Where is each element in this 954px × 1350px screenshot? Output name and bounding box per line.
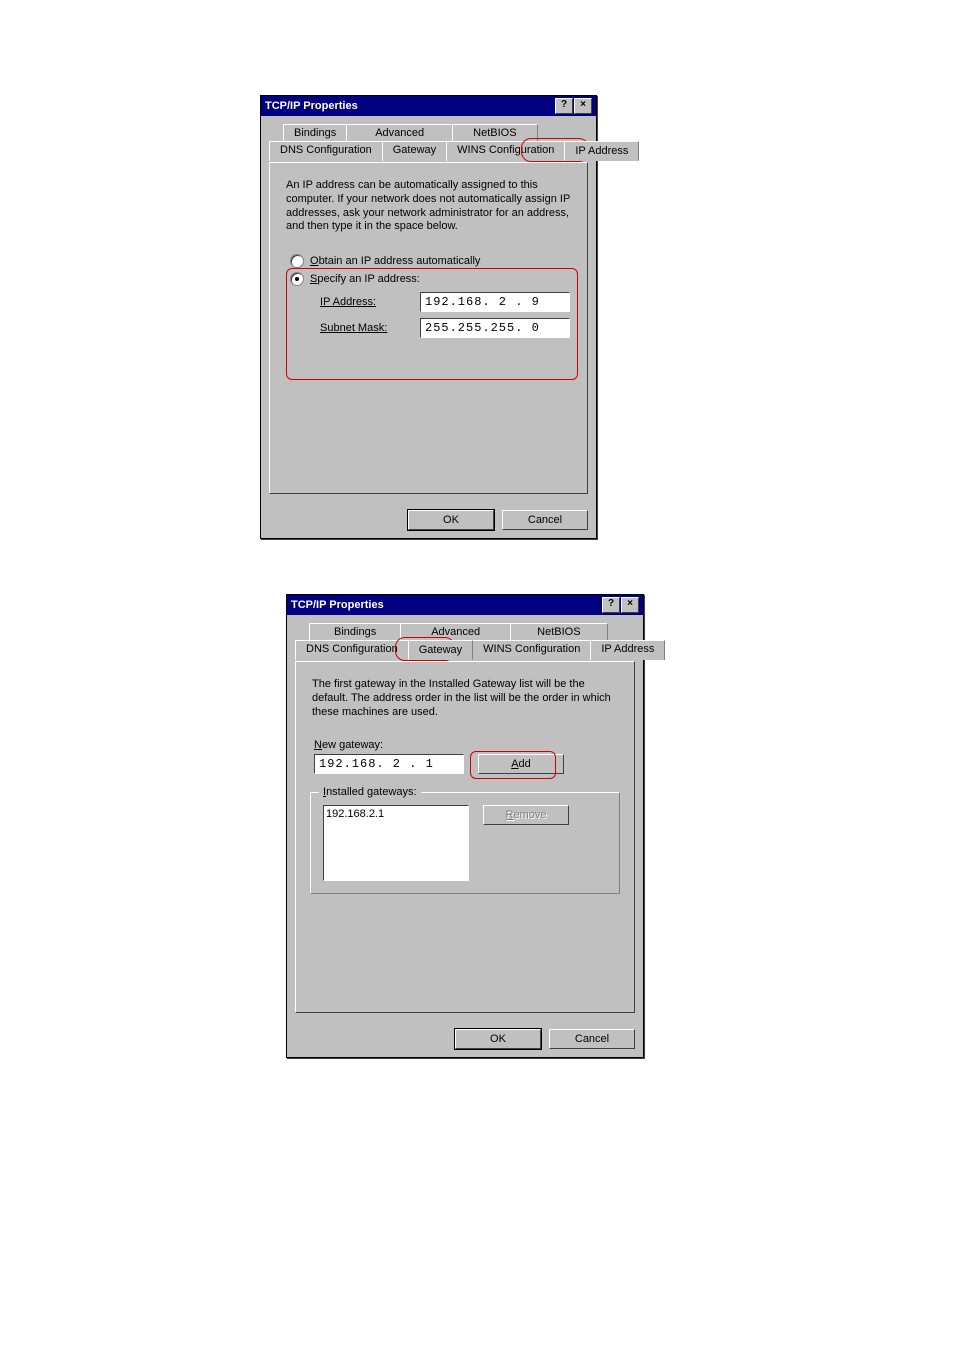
highlight-group-specify [286, 268, 578, 380]
description-text: An IP address can be automatically assig… [286, 179, 571, 234]
new-gateway-field[interactable]: 192.168. 2 . 1 [314, 754, 464, 774]
ok-button[interactable]: OK [408, 510, 494, 530]
tab-gateway[interactable]: Gateway [408, 640, 473, 660]
tab-netbios[interactable]: NetBIOS [510, 623, 607, 640]
tab-ip-address[interactable]: IP Address [564, 141, 639, 161]
window-title: TCP/IP Properties [291, 599, 384, 611]
list-item[interactable]: 192.168.2.1 [326, 808, 466, 820]
tab-bindings[interactable]: Bindings [309, 623, 401, 640]
titlebar[interactable]: TCP/IP Properties ? × [287, 595, 643, 615]
tcpip-properties-dialog-gateway: TCP/IP Properties ? × Bindings Advanced … [286, 594, 644, 1058]
installed-gateways-list[interactable]: 192.168.2.1 [323, 805, 469, 881]
tab-strip: Bindings Advanced NetBIOS DNS Configurat… [269, 124, 588, 162]
tab-gateway[interactable]: Gateway [382, 141, 447, 161]
cancel-button[interactable]: Cancel [549, 1029, 635, 1049]
tab-strip: Bindings Advanced NetBIOS DNS Configurat… [295, 623, 635, 661]
help-icon[interactable]: ? [602, 597, 620, 613]
tab-ip-address[interactable]: IP Address [590, 640, 665, 660]
radio-label: Obtain an IP address automatically [310, 255, 480, 267]
radio-obtain-auto[interactable]: Obtain an IP address automatically [290, 254, 567, 268]
tab-advanced[interactable]: Advanced [346, 124, 453, 141]
tcpip-properties-dialog-ipaddress: TCP/IP Properties ? × Bindings Advanced … [260, 95, 597, 539]
close-icon[interactable]: × [621, 597, 639, 613]
add-button[interactable]: Add [478, 754, 564, 774]
close-icon[interactable]: × [574, 98, 592, 114]
cancel-button[interactable]: Cancel [502, 510, 588, 530]
tab-dns-configuration[interactable]: DNS Configuration [295, 640, 409, 660]
tab-netbios[interactable]: NetBIOS [452, 124, 537, 141]
tab-advanced[interactable]: Advanced [400, 623, 511, 640]
titlebar[interactable]: TCP/IP Properties ? × [261, 96, 596, 116]
installed-gateways-label: Installed gateways: [319, 786, 421, 798]
description-text: The first gateway in the Installed Gatew… [312, 678, 618, 719]
new-gateway-label: New gateway: [314, 739, 616, 751]
tab-wins-configuration[interactable]: WINS Configuration [472, 640, 591, 660]
ok-button[interactable]: OK [455, 1029, 541, 1049]
tab-wins-configuration[interactable]: WINS Configuration [446, 141, 565, 161]
remove-button: Remove [483, 805, 569, 825]
help-icon[interactable]: ? [555, 98, 573, 114]
tab-bindings[interactable]: Bindings [283, 124, 347, 141]
tab-dns-configuration[interactable]: DNS Configuration [269, 141, 383, 161]
window-title: TCP/IP Properties [265, 100, 358, 112]
radio-icon [290, 254, 304, 268]
